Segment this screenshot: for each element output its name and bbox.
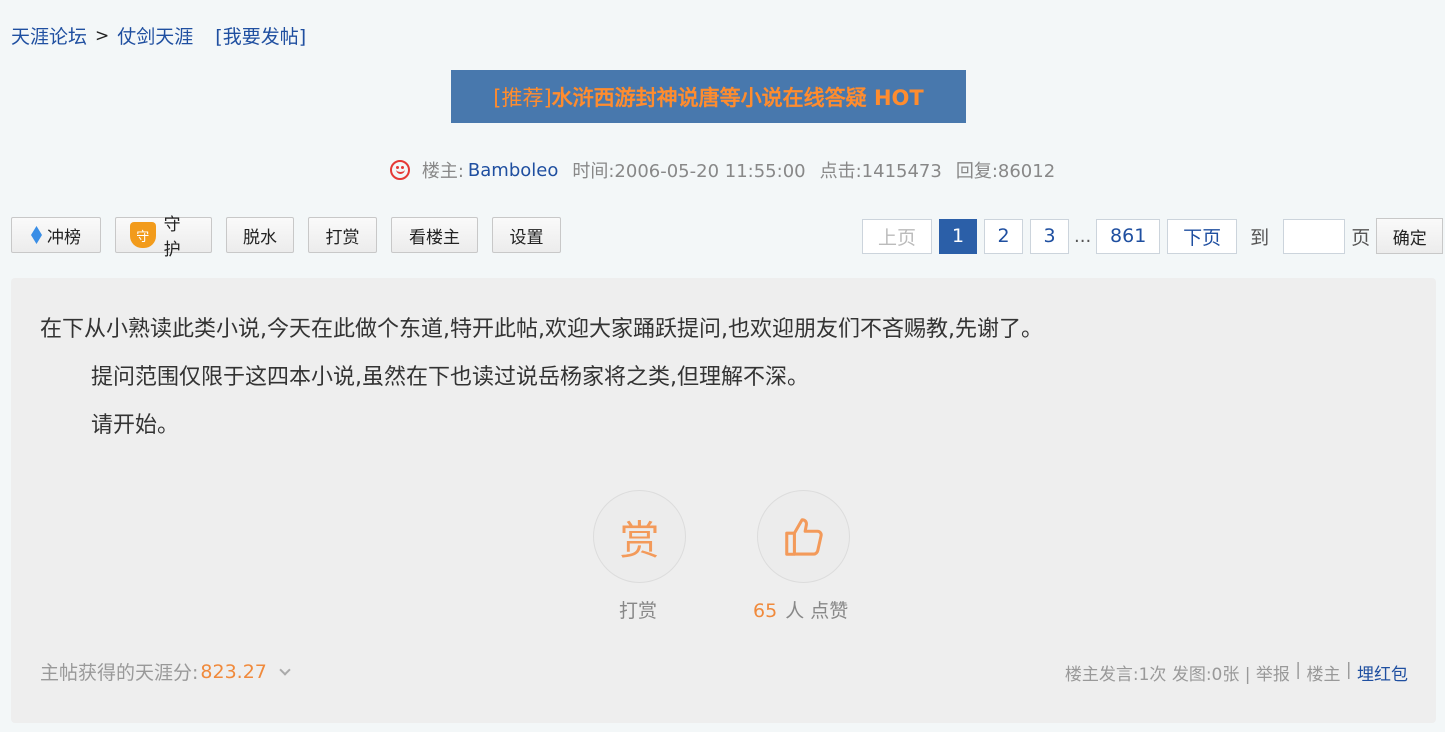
page-3[interactable]: 3 [1030, 218, 1069, 254]
tianya-score[interactable]: 主帖获得的天涯分: 823.27 [40, 658, 291, 685]
next-page-button[interactable]: 下页 [1167, 218, 1238, 254]
like-label: 人 点赞 [785, 600, 849, 622]
smile-icon [389, 160, 410, 180]
page-number-input[interactable] [1283, 218, 1346, 254]
reward-circle-button[interactable]: 赏 [593, 490, 686, 583]
rank-button[interactable]: 冲榜 [11, 217, 101, 253]
main-post: 在下从小熟读此类小说,今天在此做个东道,特开此帖,欢迎大家踊跃提问,也欢迎朋友们… [11, 278, 1436, 723]
footer-separator: | [1289, 660, 1307, 680]
post-line: 请开始。 [91, 413, 180, 438]
reply-count: 回复:86012 [955, 161, 1056, 182]
breadcrumb-forum-link[interactable]: 天涯论坛 [11, 22, 87, 49]
diamond-icon [31, 226, 42, 244]
goto-label: 到 [1250, 226, 1270, 249]
owner-only-button[interactable]: 看楼主 [391, 217, 478, 253]
shield-icon: 守 [130, 222, 156, 248]
thread-title: [推荐] 水浒西游封神说唐等小说在线答疑 HOT [451, 70, 966, 123]
post-line: 在下从小熟读此类小说,今天在此做个东道,特开此帖,欢迎大家踊跃提问,也欢迎朋友们… [40, 317, 1043, 342]
report-link[interactable]: 举报 [1256, 660, 1290, 685]
title-tag: [推荐] [493, 85, 552, 110]
breadcrumb-separator: > [95, 25, 110, 46]
reward-caption: 打赏 [619, 600, 658, 622]
post-content: 在下从小熟读此类小说,今天在此做个东道,特开此帖,欢迎大家踊跃提问,也欢迎朋友们… [40, 306, 1043, 450]
thread-meta: 楼主: Bamboleo 时间:2006-05-20 11:55:00 点击:1… [0, 157, 1445, 183]
reward-button[interactable]: 打赏 [308, 217, 377, 253]
dehydrate-button[interactable]: 脱水 [226, 217, 294, 253]
guard-button[interactable]: 守 守护 [115, 215, 212, 260]
thread-toolbar: 冲榜 守 守护 脱水 打赏 看楼主 设置 [11, 215, 575, 260]
page-1[interactable]: 1 [939, 218, 977, 254]
click-count: 点击:1415473 [819, 161, 942, 182]
post-line: 提问范围仅限于这四本小说,虽然在下也读过说岳杨家将之类,但理解不深。 [91, 365, 809, 390]
title-text: 水浒西游封神说唐等小说在线答疑 HOT [551, 85, 924, 110]
reward-icon: 赏 [619, 517, 660, 564]
rank-label: 冲榜 [47, 227, 81, 248]
red-packet-link[interactable]: 埋红包 [1357, 660, 1408, 685]
author-label: 楼主: [421, 161, 464, 182]
settings-button[interactable]: 设置 [492, 217, 561, 253]
like-count: 65 [753, 600, 778, 622]
chevron-down-icon[interactable] [279, 663, 291, 676]
score-label: 主帖获得的天涯分: [40, 662, 199, 684]
pagination: 上页 1 2 3 ... 861 下页 到 页 确定 [862, 218, 1444, 254]
pager-ellipsis: ... [1074, 225, 1092, 247]
owner-post-stats: 楼主发言:1次 发图:0张 | [1064, 665, 1256, 685]
page-2[interactable]: 2 [984, 218, 1023, 254]
confirm-page-button[interactable]: 确定 [1376, 218, 1444, 254]
like-caption: 65 人 点赞 [753, 596, 848, 623]
post-footer: 楼主发言:1次 发图:0张 | 举报 | 楼主 | 埋红包 [1065, 660, 1408, 685]
prev-page-button[interactable]: 上页 [862, 218, 932, 254]
breadcrumb: 天涯论坛 > 仗剑天涯 [我要发帖] [11, 22, 306, 49]
author-link[interactable]: Bamboleo [468, 160, 558, 181]
page-unit-label: 页 [1351, 226, 1371, 249]
post-time: 时间:2006-05-20 11:55:00 [572, 161, 806, 182]
score-value: 823.27 [200, 660, 267, 683]
thumbs-up-icon [784, 517, 823, 556]
owner-link[interactable]: 楼主 [1306, 660, 1340, 685]
new-post-link[interactable]: [我要发帖] [215, 22, 306, 49]
guard-label: 守护 [163, 215, 181, 260]
breadcrumb-board-link[interactable]: 仗剑天涯 [117, 22, 193, 49]
page-last[interactable]: 861 [1096, 218, 1161, 254]
like-circle-button[interactable] [757, 490, 850, 583]
footer-separator: | [1340, 660, 1357, 680]
